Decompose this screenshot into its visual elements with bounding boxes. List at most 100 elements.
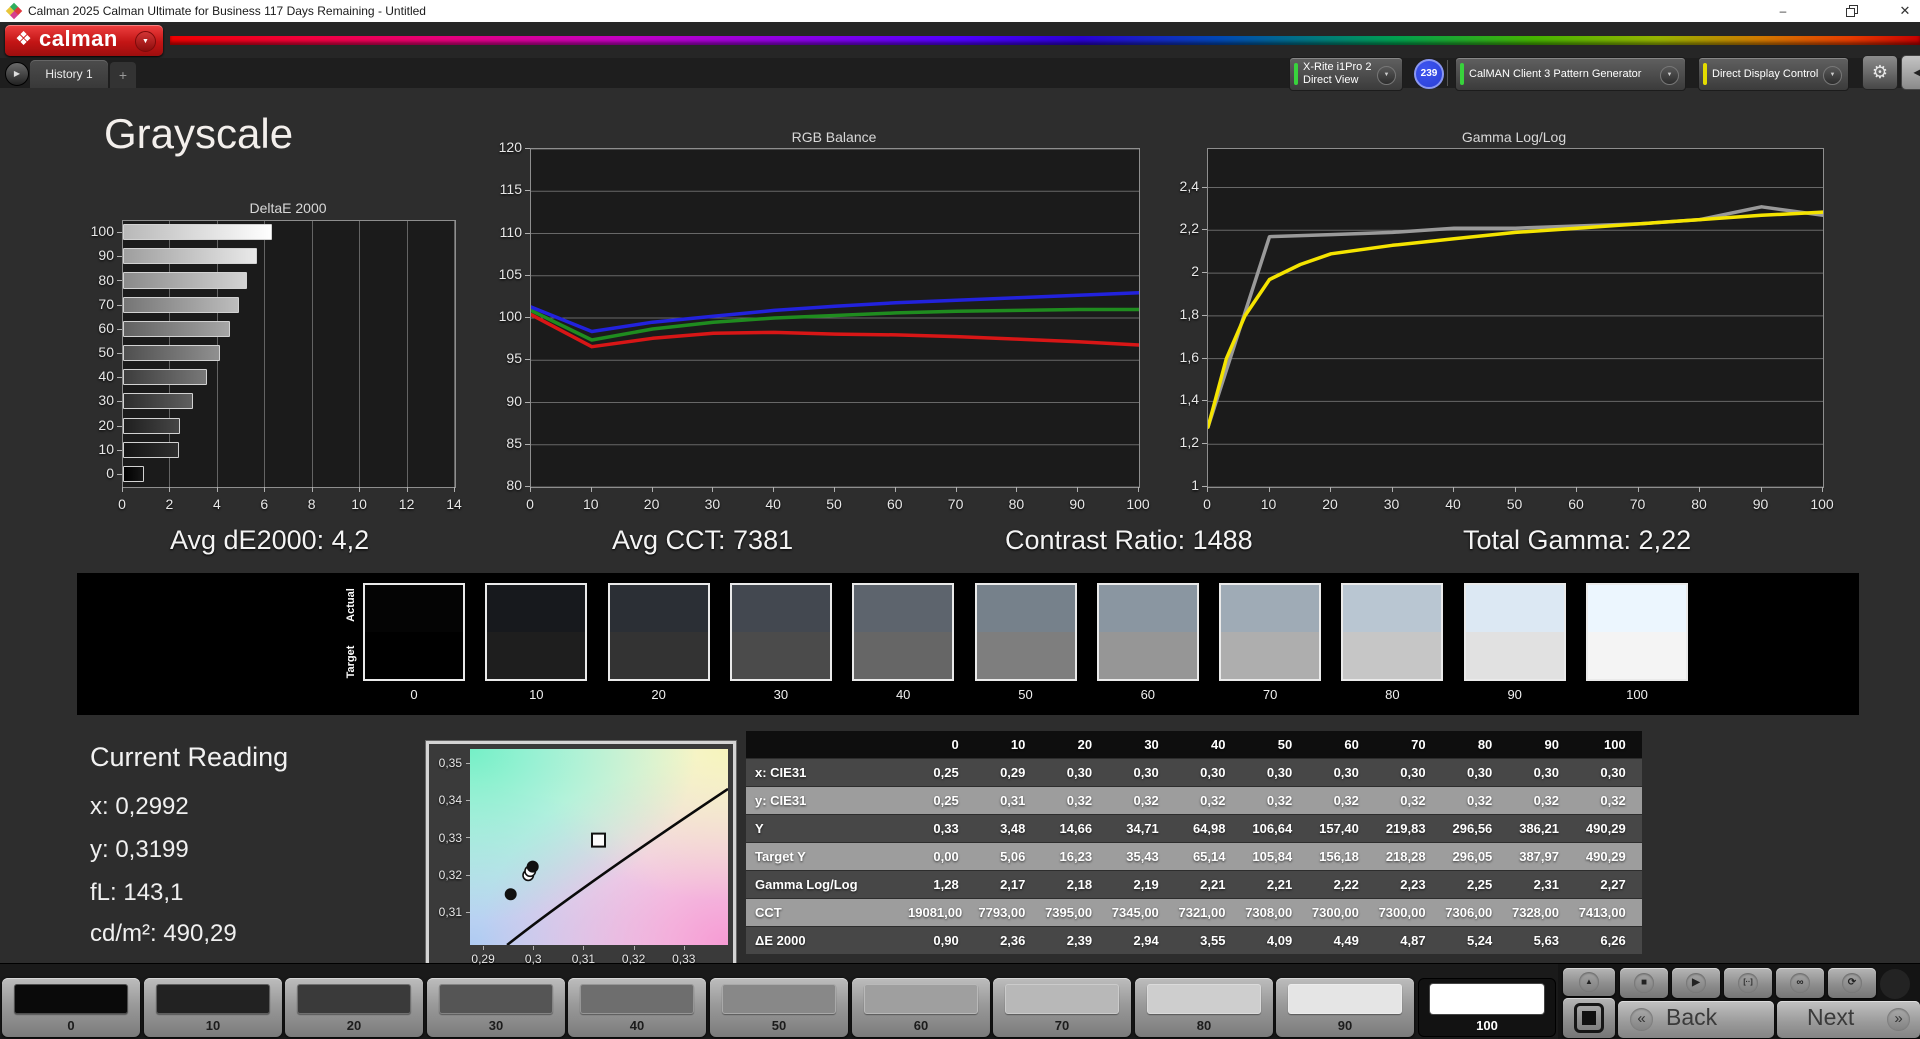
back-button[interactable]: « Back bbox=[1618, 1001, 1774, 1038]
axis-tick bbox=[117, 256, 122, 258]
meter-device-dropdown[interactable]: X-Rite i1Pro 2 Direct View ▼ bbox=[1289, 57, 1403, 91]
refresh-button[interactable]: ⟳ bbox=[1828, 968, 1876, 998]
axis-tick bbox=[1760, 487, 1762, 492]
pattern-window-button[interactable] bbox=[1563, 998, 1615, 1038]
app-window: Calman 2025 Calman Ultimate for Business… bbox=[0, 0, 1920, 1039]
play-button[interactable]: ▶ bbox=[1672, 968, 1720, 998]
pattern-level-button[interactable]: 100 bbox=[1418, 978, 1556, 1037]
axis-tick bbox=[1202, 357, 1207, 359]
current-reading-x: x: 0,2992 bbox=[90, 793, 189, 820]
frame-step-button[interactable]: [··] bbox=[1724, 968, 1772, 998]
axis-tick bbox=[1391, 487, 1393, 492]
deltae-x-tick-label: 8 bbox=[307, 496, 316, 512]
rgb-x-tick-label: 40 bbox=[765, 496, 781, 512]
table-row-label: x: CIE31 bbox=[755, 765, 807, 780]
axis-tick bbox=[683, 946, 685, 950]
close-button[interactable]: ✕ bbox=[1886, 0, 1920, 22]
deltae-y-tick-label: 70 bbox=[98, 295, 114, 312]
table-cell: 3,48 bbox=[1000, 821, 1026, 836]
grayscale-swatch bbox=[607, 583, 710, 681]
minimize-button[interactable]: – bbox=[1764, 0, 1802, 22]
table-cell: 0,00 bbox=[933, 849, 959, 864]
pattern-level-button[interactable]: 70 bbox=[993, 978, 1131, 1037]
table-row-label: Y bbox=[755, 821, 764, 836]
axis-tick bbox=[1202, 272, 1207, 274]
table-cell: 0,30 bbox=[1533, 765, 1559, 780]
table-cell: 218,28 bbox=[1385, 849, 1426, 864]
chevron-down-icon[interactable]: ▼ bbox=[1823, 66, 1842, 85]
grayscale-swatch bbox=[1219, 583, 1322, 681]
axis-tick bbox=[1202, 314, 1207, 316]
swatch-level-label: 60 bbox=[1140, 687, 1156, 702]
deltae-x-tick-label: 12 bbox=[398, 496, 415, 512]
rgb-x-tick-label: 80 bbox=[1008, 496, 1025, 512]
pattern-swatch bbox=[1147, 984, 1261, 1014]
table-cell: 5,06 bbox=[1000, 849, 1026, 864]
pattern-generator-dropdown[interactable]: CalMAN Client 3 Pattern Generator ▼ bbox=[1455, 57, 1686, 91]
rgb-y-tick-label: 95 bbox=[506, 350, 522, 367]
table-cell: 7321,00 bbox=[1178, 905, 1226, 920]
current-reading-title: Current Reading bbox=[90, 742, 289, 772]
page-title: Grayscale bbox=[104, 110, 294, 157]
add-tab-button[interactable]: + bbox=[110, 62, 136, 88]
chevron-down-icon[interactable]: ▼ bbox=[1660, 66, 1679, 85]
deltae-y-tick-label: 30 bbox=[98, 392, 114, 409]
pattern-level-button[interactable]: 20 bbox=[285, 978, 423, 1037]
deltae-y-tick-label: 80 bbox=[98, 271, 114, 288]
deltae-plot bbox=[122, 220, 456, 488]
gamma-y-tick-label: 2,2 bbox=[1179, 220, 1199, 237]
chevron-down-icon[interactable]: ▼ bbox=[1377, 66, 1396, 85]
expand-up-button[interactable]: ▲ bbox=[1563, 968, 1615, 996]
table-cell: 296,56 bbox=[1452, 821, 1493, 836]
collapse-panel-button[interactable]: ◀ bbox=[1901, 55, 1920, 90]
table-cell: 2,31 bbox=[1533, 877, 1559, 892]
pattern-level-button[interactable]: 80 bbox=[1135, 978, 1273, 1037]
swatch-actual-half bbox=[1343, 585, 1442, 632]
pattern-level-button[interactable]: 0 bbox=[2, 978, 140, 1037]
stat-avg-cct: Avg CCT: 7381 bbox=[612, 525, 794, 555]
table-cell: 14,66 bbox=[1059, 821, 1093, 836]
chevron-down-icon[interactable]: ▼ bbox=[135, 31, 156, 52]
continuous-button[interactable]: ∞ bbox=[1776, 968, 1824, 998]
table-header-cell: 70 bbox=[1411, 737, 1426, 752]
stop-button[interactable]: ■ bbox=[1620, 968, 1668, 998]
continuous-icon: ∞ bbox=[1790, 973, 1810, 993]
restore-button[interactable] bbox=[1832, 0, 1870, 22]
pattern-level-button[interactable]: 90 bbox=[1276, 978, 1414, 1037]
deltae-y-tick-label: 40 bbox=[98, 368, 114, 385]
grayscale-swatch bbox=[1096, 583, 1199, 681]
tab-history[interactable]: History 1 bbox=[30, 60, 108, 88]
calman-menu-button[interactable]: ❖ calman ▼ bbox=[5, 25, 163, 56]
pattern-level-button[interactable]: 30 bbox=[427, 978, 565, 1037]
gamma-y-tick-label: 1,2 bbox=[1179, 434, 1199, 451]
tab-scroll-button[interactable]: ▶ bbox=[5, 62, 29, 86]
grayscale-strip: Actual Target 0 10 20 30 40 50 60 70 80 90 100 bbox=[77, 573, 1859, 715]
deltae-bar bbox=[123, 369, 208, 386]
pattern-swatch bbox=[1288, 984, 1402, 1014]
deltae-chart-title: DeltaE 2000 bbox=[249, 200, 327, 216]
grayscale-swatch bbox=[852, 583, 955, 681]
table-cell: 7300,00 bbox=[1311, 905, 1359, 920]
axis-tick bbox=[525, 274, 530, 276]
axis-tick bbox=[1514, 487, 1516, 492]
pattern-level-label: 70 bbox=[1054, 1018, 1070, 1033]
pattern-level-button[interactable]: 60 bbox=[852, 978, 990, 1037]
table-header-cell: 50 bbox=[1277, 737, 1293, 752]
swatch-actual-half bbox=[854, 585, 953, 632]
deltae-bar bbox=[123, 248, 257, 265]
pattern-level-button[interactable]: 10 bbox=[144, 978, 282, 1037]
pattern-level-button[interactable]: 40 bbox=[568, 978, 706, 1037]
deltae-x-tick-label: 14 bbox=[446, 496, 462, 512]
pattern-swatch bbox=[297, 984, 411, 1014]
next-button[interactable]: Next » bbox=[1777, 1001, 1920, 1038]
display-control-dropdown[interactable]: Direct Display Control ▼ bbox=[1698, 57, 1849, 91]
back-chevron-icon: « bbox=[1630, 1008, 1653, 1031]
rgb-y-tick-label: 90 bbox=[506, 392, 522, 409]
table-row-label: y: CIE31 bbox=[755, 793, 807, 808]
gamma-x-tick-label: 60 bbox=[1568, 496, 1584, 512]
settings-gear-button[interactable]: ⚙ bbox=[1862, 55, 1898, 90]
pattern-level-button[interactable]: 50 bbox=[710, 978, 848, 1037]
meter-reading-badge[interactable]: 239 bbox=[1414, 59, 1444, 89]
table-cell: 0,32 bbox=[1400, 793, 1426, 808]
axis-tick bbox=[651, 487, 653, 492]
